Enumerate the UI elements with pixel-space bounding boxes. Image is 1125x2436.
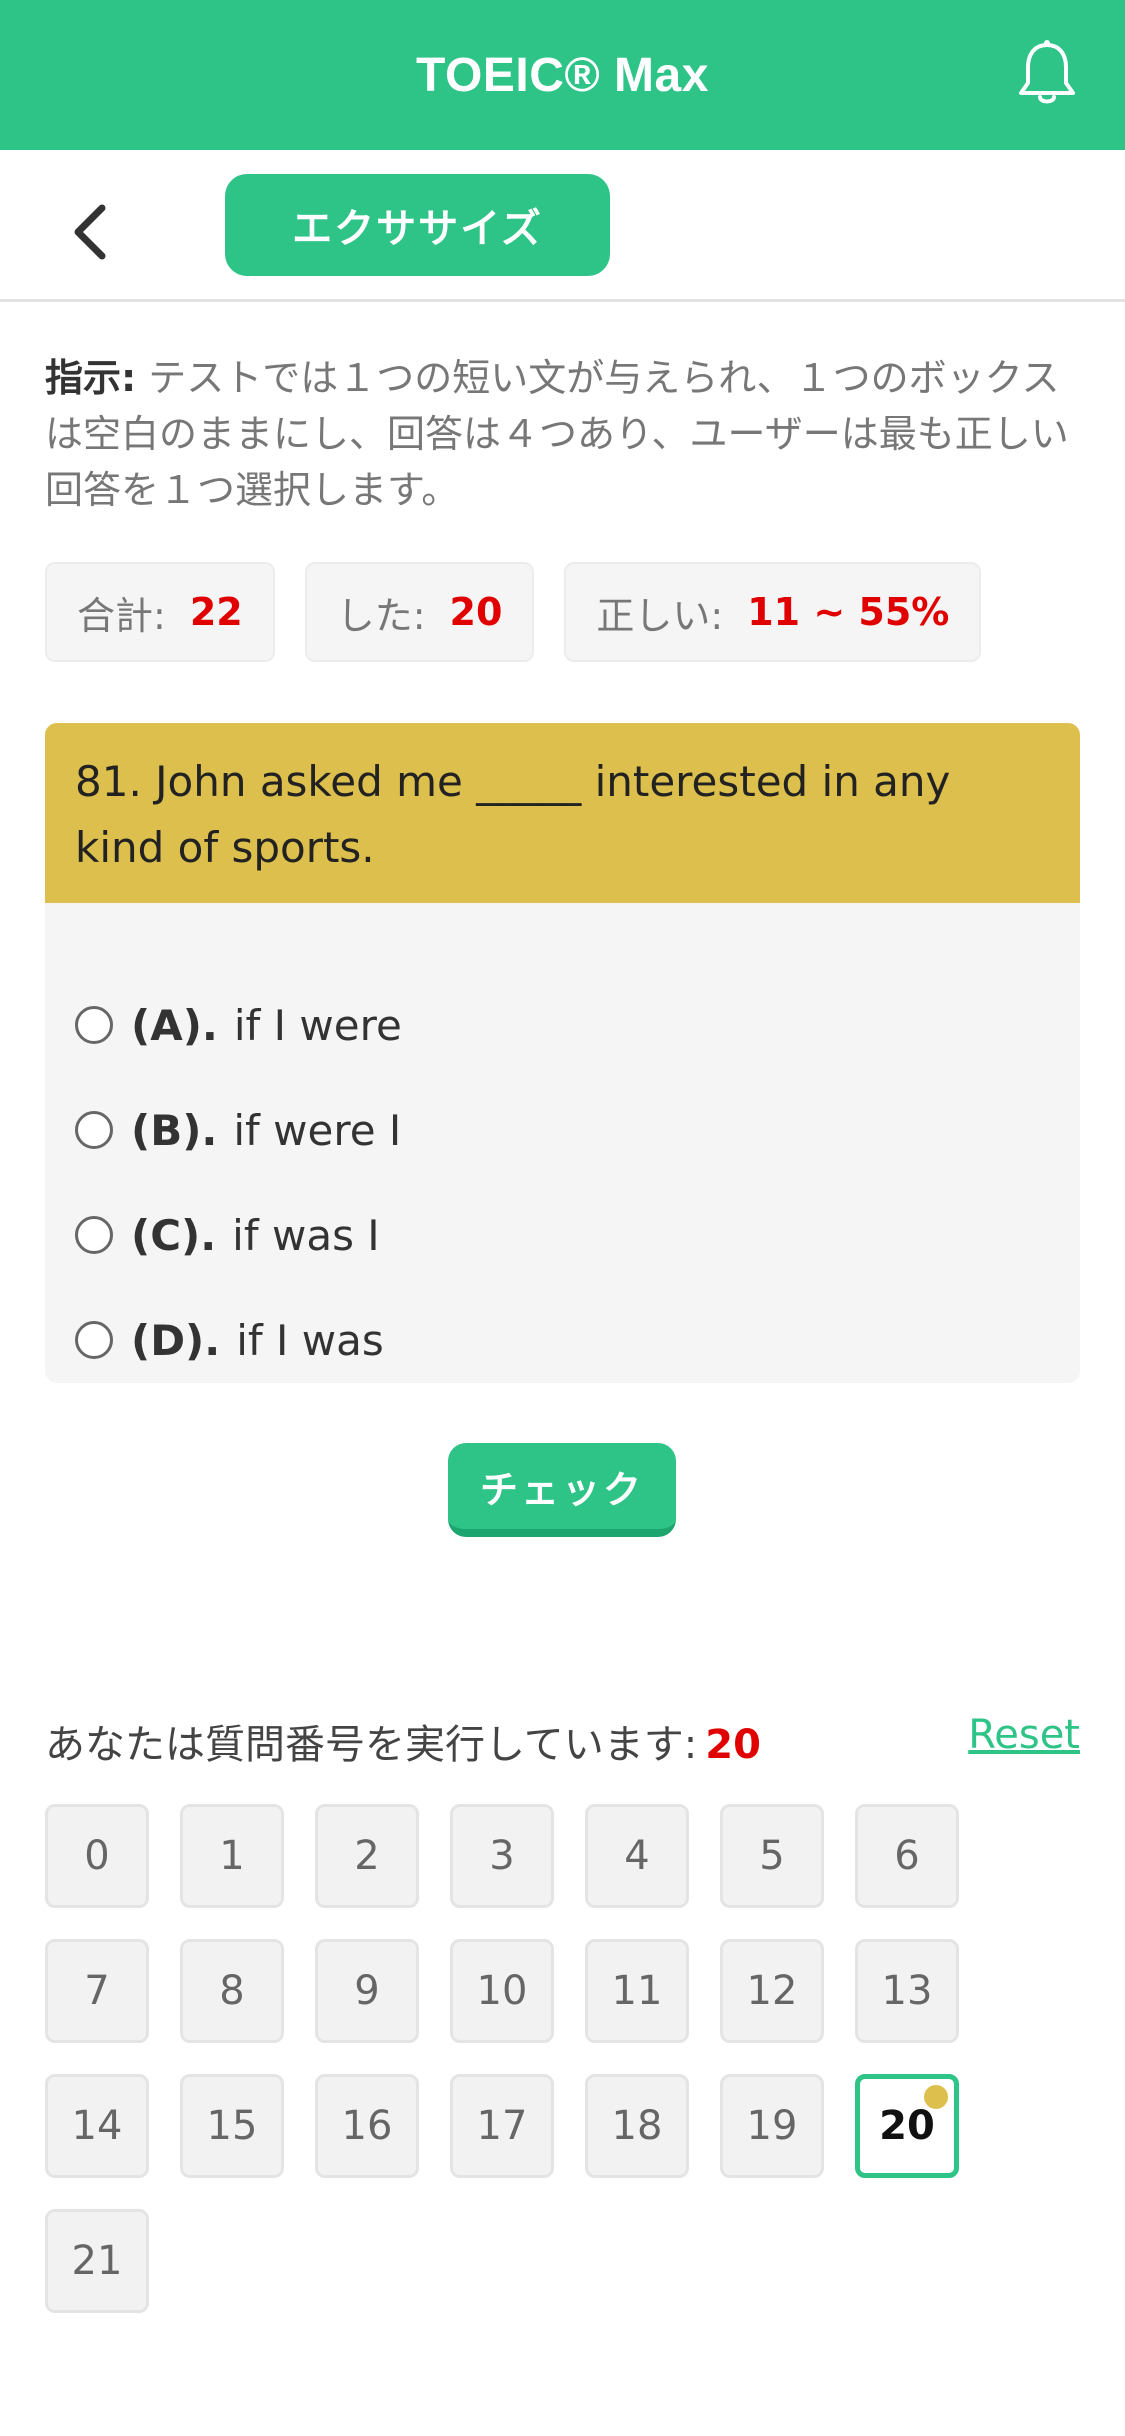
- question-number-button[interactable]: 0: [45, 1804, 149, 1908]
- question-number-label: 12: [746, 1968, 798, 2014]
- radio-d[interactable]: [75, 1321, 113, 1359]
- option-b-text: if were I: [233, 1105, 402, 1155]
- back-button[interactable]: [48, 190, 132, 274]
- question-number-button[interactable]: 6: [855, 1804, 959, 1908]
- question-number-label: 17: [476, 2103, 528, 2149]
- question-number-button[interactable]: 11: [585, 1939, 689, 2043]
- stat-done: した: 20: [304, 562, 535, 662]
- question-number-button[interactable]: 5: [720, 1804, 824, 1908]
- question-number-label: 6: [894, 1833, 920, 1879]
- instructions: 指示: テストでは１つの短い文が与えられ、１つのボックスは空白のままにし、回答は…: [45, 350, 1080, 518]
- question-number-label: 21: [71, 2238, 123, 2284]
- progress-current: 20: [705, 1722, 761, 1768]
- progress-line: あなたは質問番号を実行しています: 20: [45, 1712, 761, 1770]
- question-number-button[interactable]: 19: [720, 2074, 824, 2178]
- question-number-button[interactable]: 14: [45, 2074, 149, 2178]
- app-header: TOEIC® Max: [0, 0, 1125, 150]
- question-number-label: 3: [489, 1833, 515, 1879]
- question-number-label: 9: [354, 1968, 380, 2014]
- question-number-button[interactable]: 16: [315, 2074, 419, 2178]
- question-number-label: 4: [624, 1833, 650, 1879]
- radio-b[interactable]: [75, 1111, 113, 1149]
- question-number-label: 16: [341, 2103, 393, 2149]
- question-number-button[interactable]: 18: [585, 2074, 689, 2178]
- question-number-button[interactable]: 15: [180, 2074, 284, 2178]
- option-a-text: if I were: [233, 1000, 402, 1050]
- option-a-letter: (A).: [131, 1000, 218, 1050]
- progress-label: あなたは質問番号を実行しています:: [45, 1722, 698, 1768]
- question-number-label: 1: [219, 1833, 245, 1879]
- tab-exercise[interactable]: エクササイズ: [225, 174, 610, 276]
- question-number-grid: 0 1 2 3 4 5 6 7 8 9 10 11 12 13 14 15 16 17 18 19 20 21: [45, 1804, 1085, 2313]
- option-c-letter: (C).: [131, 1210, 217, 1260]
- option-b-letter: (B).: [131, 1105, 218, 1155]
- app-title: TOEIC® Max: [416, 48, 709, 102]
- check-button[interactable]: チェック: [448, 1443, 676, 1537]
- radio-a[interactable]: [75, 1006, 113, 1044]
- question-number-button[interactable]: 17: [450, 2074, 554, 2178]
- stat-total-label: 合計:: [77, 593, 166, 638]
- question-number-button[interactable]: 2: [315, 1804, 419, 1908]
- option-d[interactable]: (D). if I was: [75, 1300, 1035, 1380]
- question-number-label: 8: [219, 1968, 245, 2014]
- option-c[interactable]: (C). if was I: [75, 1195, 1035, 1275]
- question-number-label: 11: [611, 1968, 663, 2014]
- question-number-button[interactable]: 21: [45, 2209, 149, 2313]
- option-c-text: if was I: [232, 1210, 380, 1260]
- question-number-label: 10: [476, 1968, 528, 2014]
- stat-correct: 正しい: 11 ~ 55%: [564, 562, 982, 662]
- reset-link[interactable]: Reset: [968, 1712, 1080, 1758]
- question-text: 81. John asked me _____ interested in an…: [45, 723, 1080, 903]
- stat-correct-label: 正しい:: [596, 593, 724, 638]
- question-number-button[interactable]: 4: [585, 1804, 689, 1908]
- stats-row: 合計: 22 した: 20 正しい: 11 ~ 55%: [45, 562, 982, 662]
- bell-icon[interactable]: [1007, 34, 1087, 114]
- question-number-button[interactable]: 7: [45, 1939, 149, 2043]
- question-number-label: 15: [206, 2103, 258, 2149]
- stat-total-value: 22: [189, 590, 243, 634]
- question-number-button[interactable]: 9: [315, 1939, 419, 2043]
- chevron-left-icon: [74, 204, 106, 260]
- question-number-button[interactable]: 12: [720, 1939, 824, 2043]
- radio-c[interactable]: [75, 1216, 113, 1254]
- question-number-button[interactable]: 8: [180, 1939, 284, 2043]
- stat-done-label: した:: [336, 593, 426, 638]
- sub-toolbar: エクササイズ: [0, 150, 1125, 302]
- instructions-label: 指示:: [45, 356, 137, 400]
- stat-done-value: 20: [449, 590, 503, 634]
- question-number-label: 2: [354, 1833, 380, 1879]
- question-number-button[interactable]: 13: [855, 1939, 959, 2043]
- option-d-text: if I was: [236, 1315, 384, 1365]
- question-number-button[interactable]: 20: [855, 2074, 959, 2178]
- question-number-button[interactable]: 10: [450, 1939, 554, 2043]
- stat-correct-value: 11 ~ 55%: [747, 590, 950, 634]
- question-number-label: 13: [881, 1968, 933, 2014]
- question-number-label: 0: [84, 1833, 110, 1879]
- option-a[interactable]: (A). if I were: [75, 985, 1035, 1065]
- question-number-button[interactable]: 3: [450, 1804, 554, 1908]
- question-number-label: 18: [611, 2103, 663, 2149]
- question-number-label: 5: [759, 1833, 785, 1879]
- option-d-letter: (D).: [131, 1315, 221, 1365]
- instructions-text: テストでは１つの短い文が与えられ、１つのボックスは空白のままにし、回答は４つあり…: [45, 356, 1069, 512]
- question-number-button[interactable]: 1: [180, 1804, 284, 1908]
- option-b[interactable]: (B). if were I: [75, 1090, 1035, 1170]
- question-number-label: 7: [84, 1968, 110, 2014]
- question-card: 81. John asked me _____ interested in an…: [45, 723, 1080, 1383]
- question-number-label: 20: [879, 2103, 935, 2149]
- stat-total: 合計: 22: [45, 562, 275, 662]
- current-indicator-dot: [924, 2085, 948, 2109]
- question-number-label: 14: [71, 2103, 123, 2149]
- question-number-label: 19: [746, 2103, 798, 2149]
